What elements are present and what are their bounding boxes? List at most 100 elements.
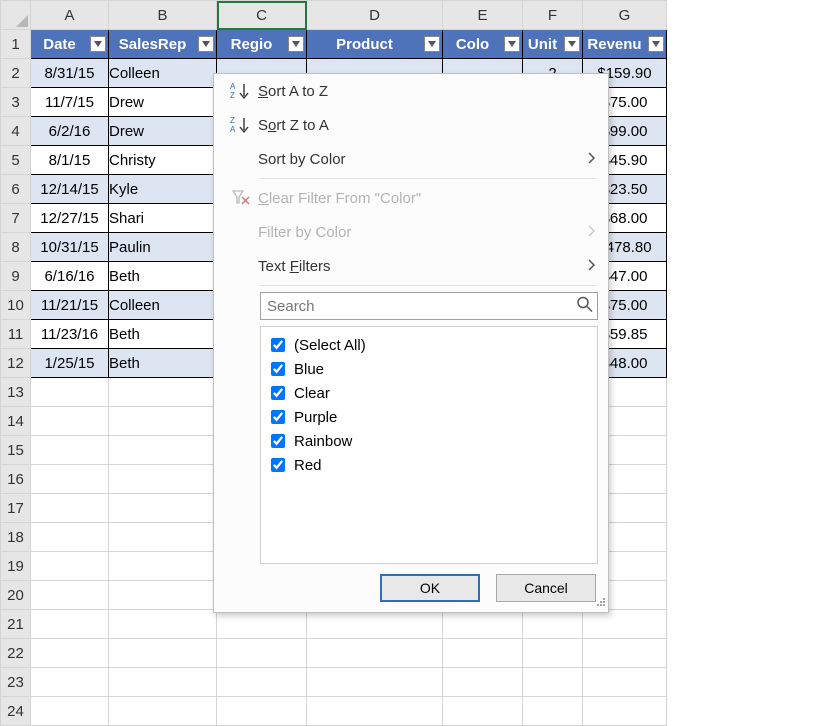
filter-dropdown-icon[interactable] — [424, 36, 440, 52]
row-header[interactable]: 24 — [1, 697, 31, 726]
row-header[interactable]: 4 — [1, 117, 31, 146]
row-header[interactable]: 5 — [1, 146, 31, 175]
cancel-button[interactable]: Cancel — [496, 574, 596, 602]
cell-date[interactable]: 1/25/15 — [31, 349, 109, 378]
cell-date[interactable]: 12/27/15 — [31, 204, 109, 233]
row-header[interactable]: 12 — [1, 349, 31, 378]
filter-option[interactable]: (Select All) — [267, 333, 591, 357]
cell-date[interactable]: 8/1/15 — [31, 146, 109, 175]
cell-date[interactable]: 6/2/16 — [31, 117, 109, 146]
filter-checkbox[interactable] — [271, 458, 285, 472]
cell-date[interactable]: 12/14/15 — [31, 175, 109, 204]
cell-date[interactable]: 6/16/16 — [31, 262, 109, 291]
column-header-B[interactable]: B — [109, 1, 217, 30]
empty-cell[interactable] — [217, 697, 307, 726]
empty-cell[interactable] — [109, 639, 217, 668]
empty-cell[interactable] — [31, 494, 109, 523]
row-header[interactable]: 18 — [1, 523, 31, 552]
empty-cell[interactable] — [217, 668, 307, 697]
empty-cell[interactable] — [109, 465, 217, 494]
cell-salesrep[interactable]: Shari — [109, 204, 217, 233]
empty-cell[interactable] — [443, 610, 523, 639]
empty-cell[interactable] — [109, 697, 217, 726]
filter-option[interactable]: Red — [267, 453, 591, 477]
empty-cell[interactable] — [583, 639, 667, 668]
empty-cell[interactable] — [31, 465, 109, 494]
row-header[interactable]: 2 — [1, 59, 31, 88]
cell-date[interactable]: 11/23/16 — [31, 320, 109, 349]
row-header[interactable]: 14 — [1, 407, 31, 436]
empty-cell[interactable] — [583, 668, 667, 697]
row-header[interactable]: 17 — [1, 494, 31, 523]
resize-grip-icon[interactable] — [594, 594, 606, 610]
column-header-D[interactable]: D — [307, 1, 443, 30]
column-header-E[interactable]: E — [443, 1, 523, 30]
cell-salesrep[interactable]: Drew — [109, 117, 217, 146]
cell-date[interactable]: 11/21/15 — [31, 291, 109, 320]
cell-date[interactable]: 11/7/15 — [31, 88, 109, 117]
cell-salesrep[interactable]: Beth — [109, 320, 217, 349]
filter-dropdown-icon[interactable] — [198, 36, 214, 52]
cell-salesrep[interactable]: Christy — [109, 146, 217, 175]
empty-cell[interactable] — [31, 581, 109, 610]
empty-cell[interactable] — [443, 668, 523, 697]
row-header[interactable]: 7 — [1, 204, 31, 233]
cell-salesrep[interactable]: Drew — [109, 88, 217, 117]
empty-cell[interactable] — [307, 668, 443, 697]
empty-cell[interactable] — [523, 610, 583, 639]
row-header[interactable]: 13 — [1, 378, 31, 407]
row-header[interactable]: 20 — [1, 581, 31, 610]
empty-cell[interactable] — [523, 639, 583, 668]
empty-cell[interactable] — [109, 378, 217, 407]
column-header-A[interactable]: A — [31, 1, 109, 30]
cell-salesrep[interactable]: Colleen — [109, 59, 217, 88]
empty-cell[interactable] — [217, 610, 307, 639]
row-header[interactable]: 9 — [1, 262, 31, 291]
row-header[interactable]: 22 — [1, 639, 31, 668]
row-header[interactable]: 23 — [1, 668, 31, 697]
empty-cell[interactable] — [31, 436, 109, 465]
column-header-C[interactable]: C — [217, 1, 307, 30]
empty-cell[interactable] — [109, 523, 217, 552]
row-header[interactable]: 10 — [1, 291, 31, 320]
filter-dropdown-icon[interactable] — [504, 36, 520, 52]
column-header-F[interactable]: F — [523, 1, 583, 30]
ok-button[interactable]: OK — [380, 574, 480, 602]
column-header-G[interactable]: G — [583, 1, 667, 30]
filter-checkbox[interactable] — [271, 362, 285, 376]
empty-cell[interactable] — [109, 668, 217, 697]
empty-cell[interactable] — [523, 668, 583, 697]
filter-option[interactable]: Purple — [267, 405, 591, 429]
cell-date[interactable]: 10/31/15 — [31, 233, 109, 262]
cell-date[interactable]: 8/31/15 — [31, 59, 109, 88]
filter-checkbox[interactable] — [271, 386, 285, 400]
empty-cell[interactable] — [523, 697, 583, 726]
row-header[interactable]: 19 — [1, 552, 31, 581]
empty-cell[interactable] — [109, 552, 217, 581]
empty-cell[interactable] — [31, 639, 109, 668]
filter-option[interactable]: Clear — [267, 381, 591, 405]
cell-salesrep[interactable]: Kyle — [109, 175, 217, 204]
cell-salesrep[interactable]: Beth — [109, 262, 217, 291]
empty-cell[interactable] — [31, 610, 109, 639]
empty-cell[interactable] — [443, 639, 523, 668]
sort-by-color-item[interactable]: Sort by Color — [214, 142, 608, 176]
filter-checkbox[interactable] — [271, 338, 285, 352]
row-header[interactable]: 11 — [1, 320, 31, 349]
row-header[interactable]: 21 — [1, 610, 31, 639]
cell-salesrep[interactable]: Paulin — [109, 233, 217, 262]
empty-cell[interactable] — [217, 639, 307, 668]
empty-cell[interactable] — [307, 610, 443, 639]
empty-cell[interactable] — [109, 436, 217, 465]
filter-search-input[interactable] — [260, 292, 598, 320]
row-header[interactable]: 16 — [1, 465, 31, 494]
empty-cell[interactable] — [31, 668, 109, 697]
row-header[interactable]: 15 — [1, 436, 31, 465]
sort-ascending-item[interactable]: A Z Sort A to Z — [214, 74, 608, 108]
empty-cell[interactable] — [31, 378, 109, 407]
empty-cell[interactable] — [109, 581, 217, 610]
empty-cell[interactable] — [31, 523, 109, 552]
empty-cell[interactable] — [109, 610, 217, 639]
row-header[interactable]: 6 — [1, 175, 31, 204]
filter-checkbox[interactable] — [271, 410, 285, 424]
